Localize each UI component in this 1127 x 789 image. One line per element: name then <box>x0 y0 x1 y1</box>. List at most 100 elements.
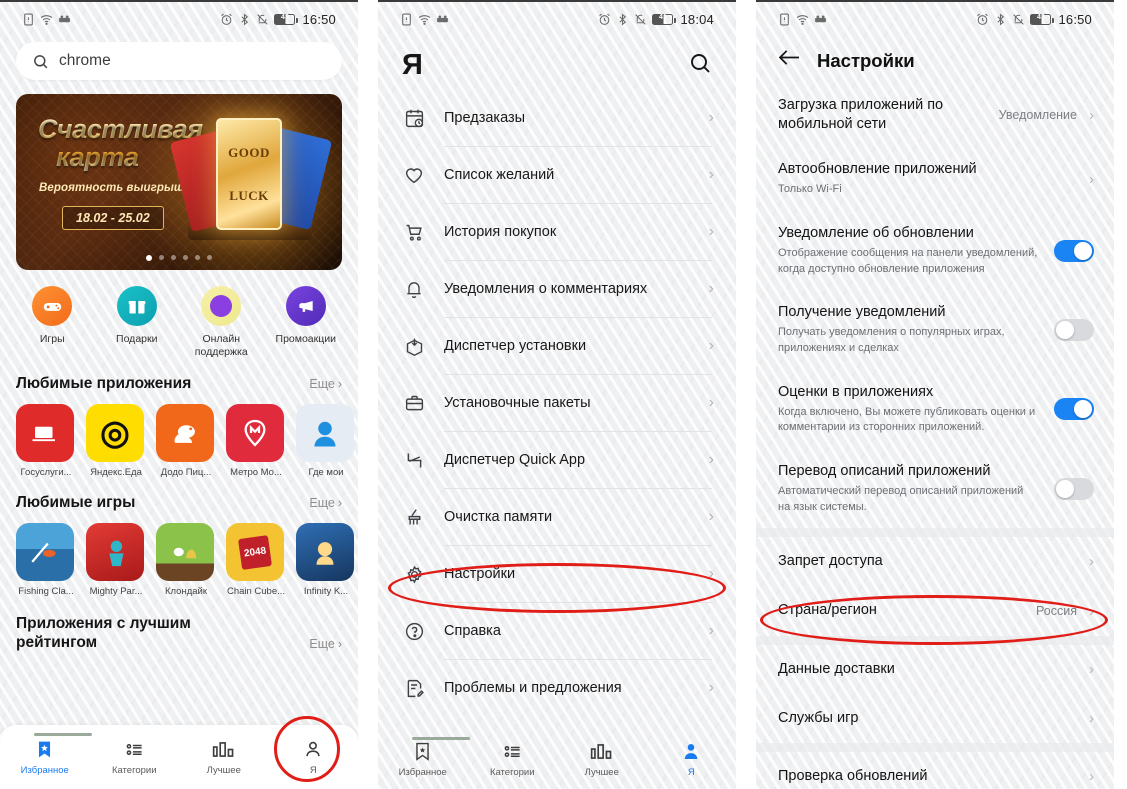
battery-level: 41 <box>659 14 667 21</box>
toggle-switch[interactable] <box>1054 319 1094 341</box>
banner-pagination-dots[interactable] <box>16 255 342 261</box>
list-item[interactable]: ◎ Яндекс.Еда <box>86 404 146 478</box>
more-label: Еще <box>309 496 335 511</box>
menu-item-install-manager[interactable]: Диспетчер установки › <box>378 318 736 374</box>
setting-row-receive-notifications[interactable]: Получение уведомлений Получать уведомлен… <box>756 290 1114 369</box>
heart-icon <box>402 163 426 187</box>
banner-dot-4[interactable] <box>183 255 188 260</box>
nav-tab-categories[interactable]: Категории <box>90 738 180 776</box>
setting-row-game-services[interactable]: Службы игр › <box>756 694 1114 743</box>
nav-tab-me[interactable]: Я <box>269 738 359 776</box>
list-item[interactable]: Метро Мо... <box>226 404 286 478</box>
setting-row-access-restriction[interactable]: Запрет доступа › <box>756 537 1114 586</box>
menu-item-feedback[interactable]: Проблемы и предложения › <box>378 660 736 716</box>
menu-item-label: Список желаний <box>444 167 555 183</box>
nav-tab-me[interactable]: Я <box>647 740 737 778</box>
top-rated-line1: Приложения с лучшим <box>16 615 191 633</box>
menu-item-preorders[interactable]: Предзаказы › <box>378 90 736 146</box>
setting-title: Получение уведомлений <box>778 304 946 321</box>
toggle-switch[interactable] <box>1054 477 1094 500</box>
chevron-right-icon: › <box>1089 106 1094 124</box>
page-title: Я <box>402 48 423 81</box>
quick-action-promos[interactable]: Промоакции <box>264 286 349 359</box>
banner-card-text-top: GOOD <box>228 144 270 160</box>
broom-icon <box>402 505 426 529</box>
nav-label: Лучшее <box>206 765 241 776</box>
setting-text: Запрет доступа <box>778 552 1077 571</box>
list-item[interactable]: Где мои <box>296 404 356 478</box>
menu-item-comment-notifications[interactable]: Уведомления о комментариях › <box>378 261 736 317</box>
nav-tab-best[interactable]: Лучшее <box>557 740 647 778</box>
app-icon <box>296 404 354 463</box>
search-input[interactable]: chrome <box>16 42 342 80</box>
menu-item-help[interactable]: Справка › <box>378 603 736 659</box>
more-link-top-rated[interactable]: Еще › <box>309 637 342 653</box>
list-item[interactable]: Fishing Cla... <box>16 523 76 597</box>
nav-tab-favorites[interactable]: Избранное <box>0 738 90 776</box>
banner-dot-2[interactable] <box>159 255 164 260</box>
setting-row-autoupdate[interactable]: Автообновление приложений Только Wi-Fi › <box>756 147 1114 211</box>
setting-row-description-translation[interactable]: Перевод описаний приложений Автоматическ… <box>756 449 1114 528</box>
toggle-switch[interactable] <box>1054 398 1094 421</box>
list-item[interactable]: Додо Пиц... <box>156 404 216 478</box>
nav-tab-favorites[interactable]: Избранное <box>378 740 468 778</box>
game-name: Клондайк <box>164 586 207 598</box>
banner-dot-5[interactable] <box>195 255 200 260</box>
setting-row-update-notification[interactable]: Уведомление об обновлении Отображение со… <box>756 211 1114 290</box>
setting-text: Уведомление об обновлении Отображение со… <box>778 224 1038 277</box>
list-item[interactable]: Mighty Par... <box>86 523 146 597</box>
arrow-left-icon[interactable] <box>778 48 801 73</box>
setting-row-mobile-download[interactable]: Загрузка приложений по мобильной сети Ув… <box>756 83 1114 147</box>
setting-text: Получение уведомлений Получать уведомлен… <box>778 303 1038 356</box>
menu-item-label: Предзаказы <box>444 110 526 126</box>
alarm-icon <box>977 13 989 25</box>
nav-tab-best[interactable]: Лучшее <box>179 738 269 776</box>
banner-dot-6[interactable] <box>207 255 212 260</box>
sim-card-icon <box>24 13 33 25</box>
setting-row-delivery-data[interactable]: Данные доставки › <box>756 645 1114 694</box>
banner-card-gold: GOOD LUCK <box>216 118 282 230</box>
menu-item-wishlist[interactable]: Список желаний › <box>378 147 736 203</box>
quick-action-support[interactable]: Онлайн поддержка <box>179 286 264 359</box>
setting-row-country-region[interactable]: Страна/регион Россия › <box>756 586 1114 635</box>
quick-action-games[interactable]: Игры <box>10 286 95 359</box>
chevron-right-icon: › <box>337 636 342 651</box>
app-name: Додо Пиц... <box>160 467 212 479</box>
banner-dot-1[interactable] <box>146 255 152 261</box>
gift-icon <box>116 286 157 326</box>
status-bar: 43 16:50 <box>0 2 358 36</box>
setting-text: Службы игр <box>778 709 1077 728</box>
nav-label: Избранное <box>398 767 447 778</box>
menu-item-install-packages[interactable]: Установочные пакеты › <box>378 375 736 431</box>
setting-row-check-updates[interactable]: Проверка обновлений › <box>756 752 1114 789</box>
more-link-apps[interactable]: Еще › <box>309 377 342 391</box>
menu-item-memory-cleanup[interactable]: Очистка памяти › <box>378 489 736 545</box>
nav-tab-categories[interactable]: Категории <box>468 740 558 778</box>
promo-banner[interactable]: Счастливая карта Вероятность выигрыша 10… <box>16 94 342 270</box>
list-item[interactable]: 2048 Chain Cube... <box>226 523 286 597</box>
game-icon <box>16 523 74 582</box>
chevron-right-icon: › <box>1089 170 1094 188</box>
list-item[interactable]: Клондайк <box>156 523 216 597</box>
chevron-right-icon: › <box>337 377 342 392</box>
header-search-button[interactable] <box>688 51 712 80</box>
chevron-right-icon: › <box>1089 602 1094 620</box>
setting-title: Проверка обновлений <box>778 767 928 784</box>
phone-panel-profile-menu: 41 18:04 Я Предзаказы › Список желаний › <box>378 0 736 789</box>
quick-action-gifts[interactable]: Подарки <box>95 286 180 359</box>
list-item[interactable]: Infinity K... <box>296 523 356 597</box>
chevron-right-icon: › <box>708 109 714 126</box>
toggle-switch[interactable] <box>1054 239 1094 262</box>
setting-row-in-app-ratings[interactable]: Оценки в приложениях Когда включено, Вы … <box>756 370 1114 449</box>
more-link-games[interactable]: Еще › <box>309 496 342 510</box>
menu-item-quick-app-manager[interactable]: Диспетчер Quick App › <box>378 432 736 488</box>
menu-item-settings[interactable]: Настройки › <box>378 546 736 602</box>
gamepad-icon <box>32 286 73 326</box>
list-item[interactable]: Госуслуги... <box>16 404 76 478</box>
menu-item-purchase-history[interactable]: История покупок › <box>378 204 736 260</box>
banner-dot-3[interactable] <box>171 255 176 260</box>
menu-item-label: Уведомления о комментариях <box>444 281 648 297</box>
settings-header: Настройки <box>756 36 1114 83</box>
quick-action-label: Подарки <box>116 333 158 345</box>
game-name: Chain Cube... <box>226 586 286 598</box>
